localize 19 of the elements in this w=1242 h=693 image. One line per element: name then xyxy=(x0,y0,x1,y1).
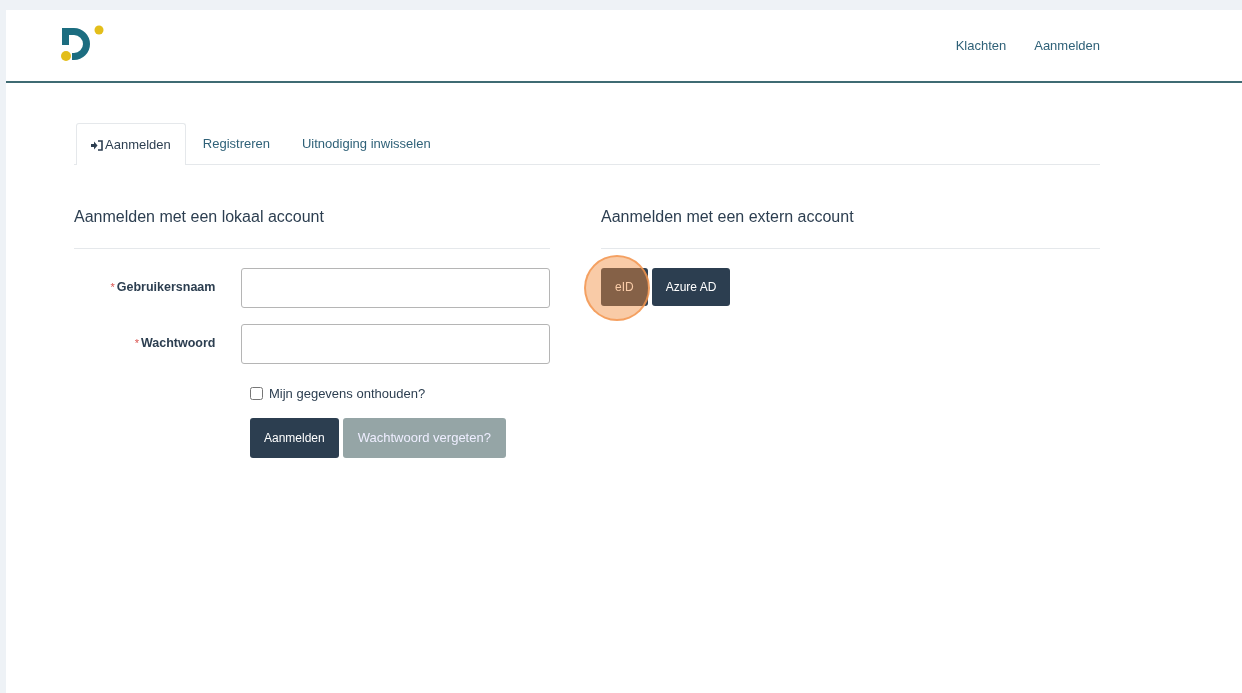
tab[interactable]: Registreren xyxy=(187,123,285,164)
input-field[interactable] xyxy=(241,267,550,308)
checkbox[interactable] xyxy=(250,386,263,400)
checkbox-label: Mijn gegevens onthouden? xyxy=(269,384,426,403)
nav-link[interactable]: Klachten xyxy=(955,35,1007,56)
button[interactable]: Aanmelden xyxy=(250,418,339,458)
button[interactable]: Azure AD xyxy=(651,267,731,306)
sign-in-icon xyxy=(91,139,103,151)
field-label: Gebruikersnaam xyxy=(116,279,216,297)
required-mark: * xyxy=(110,280,115,296)
nav-link[interactable]: Aanmelden xyxy=(1034,35,1100,56)
section-title: Aanmelden met een lokaal account xyxy=(74,204,550,249)
required-mark: * xyxy=(134,336,139,352)
section-title: Aanmelden met een extern account xyxy=(601,204,1100,249)
field-label: Wachtwoord xyxy=(140,335,216,353)
tab[interactable]: Aanmelden xyxy=(76,123,186,165)
tab[interactable]: Uitnodiging inwisselen xyxy=(287,123,446,164)
button[interactable]: eID xyxy=(601,267,648,306)
input-field[interactable] xyxy=(241,323,550,364)
